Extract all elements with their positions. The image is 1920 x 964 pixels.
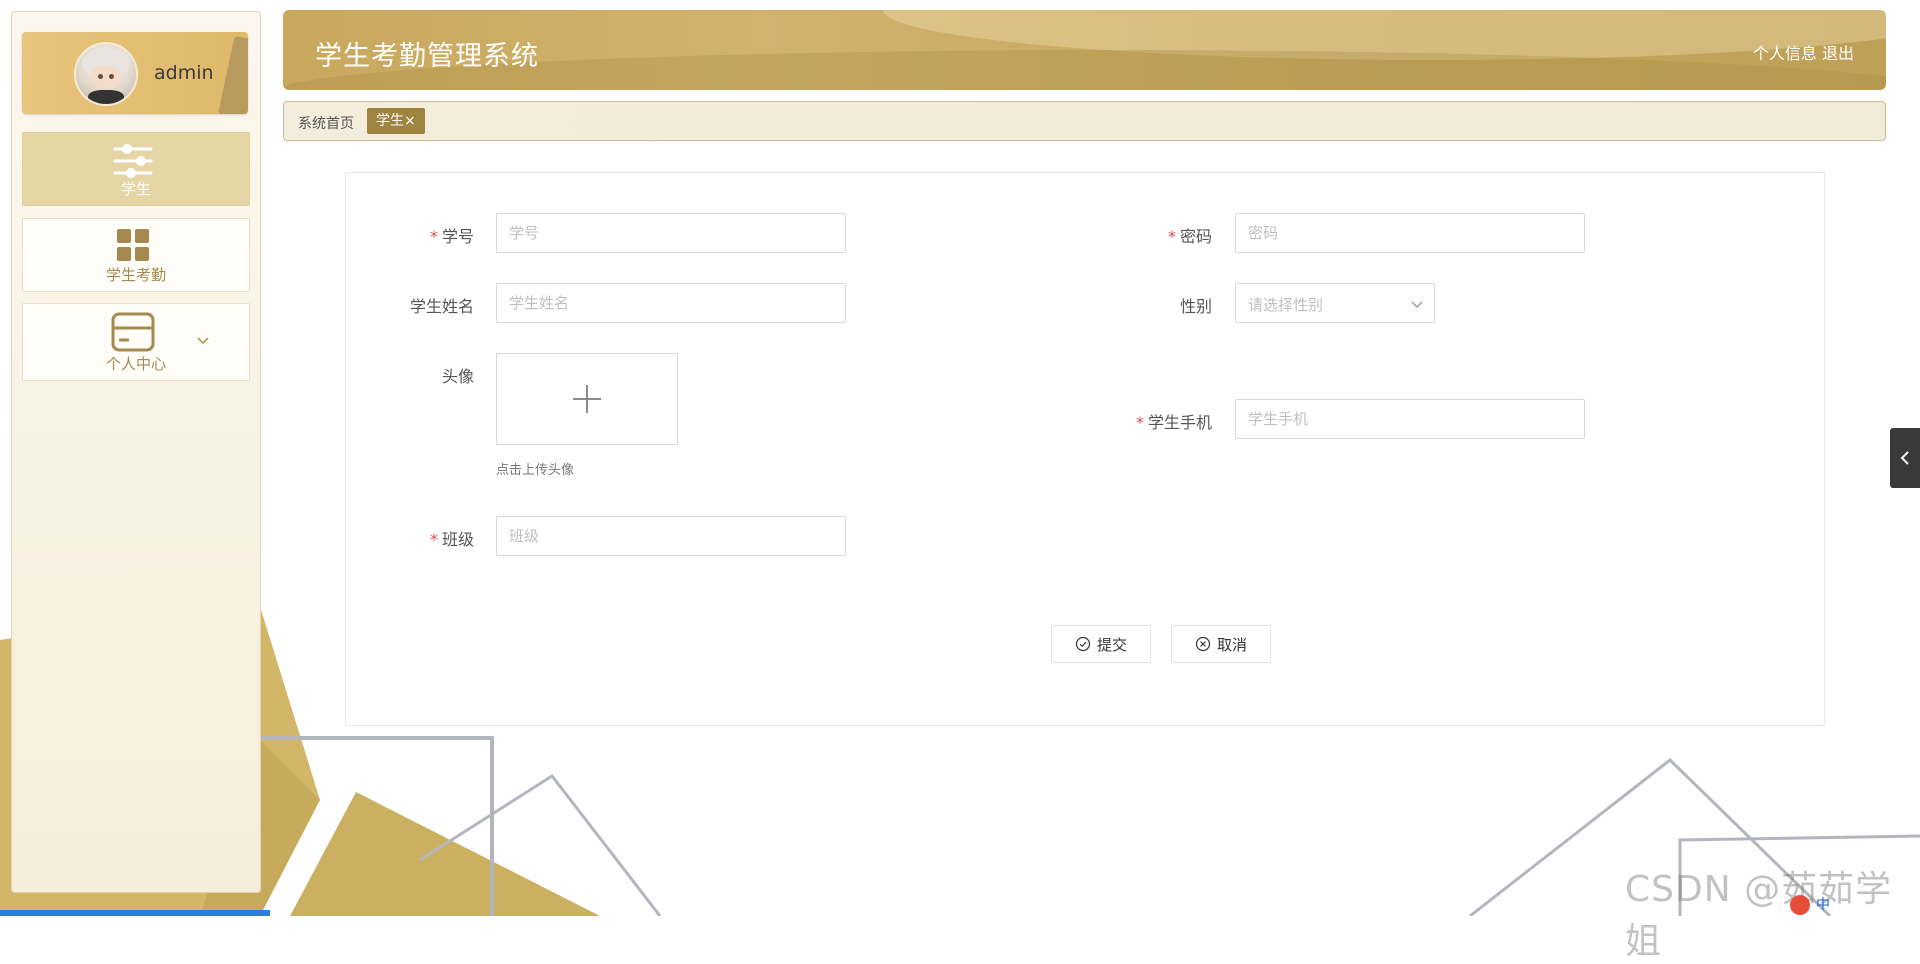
student-name-field[interactable]	[496, 283, 846, 323]
logout-link[interactable]: 退出	[1822, 44, 1854, 63]
breadcrumb-home[interactable]: 系统首页	[298, 113, 354, 133]
username: admin	[154, 62, 214, 84]
required-mark: *	[429, 227, 438, 246]
chevron-down-icon[interactable]	[195, 332, 211, 348]
grid-icon	[117, 229, 149, 261]
top-header: 学生考勤管理系统 个人信息 退出	[283, 10, 1886, 90]
sidebar-item-label: 学生	[120, 180, 151, 198]
student-name-label: 学生姓名	[409, 297, 474, 316]
ime-indicator[interactable]: 中	[1816, 897, 1830, 913]
student-form: *学号 *密码 学生姓名 性别 请选择性别 头像 点击上传头像 *学生手机 *班…	[345, 172, 1825, 726]
side-drawer-toggle[interactable]	[1890, 428, 1920, 488]
student-id-field[interactable]	[496, 213, 846, 253]
user-card-decoration	[218, 35, 248, 114]
chevron-left-icon	[1900, 451, 1909, 465]
gender-label: 性别	[1179, 297, 1212, 316]
class-label: * 班级	[374, 526, 474, 550]
label-text: 密码	[1179, 227, 1212, 246]
required-mark: *	[1135, 413, 1144, 432]
user-card: admin	[22, 32, 248, 114]
system-tray: 中	[1790, 894, 1830, 915]
gender-select-placeholder: 请选择性别	[1248, 296, 1324, 314]
watermark: CSDN @茹茹学姐	[1625, 869, 1893, 962]
avatar-label: 头像	[441, 367, 474, 386]
sidebar-item-student[interactable]: 学生	[22, 132, 250, 206]
sidebar-item-label: 个人中心	[105, 355, 166, 373]
tab-student[interactable]: 学生×	[367, 108, 425, 134]
sidebar-item-label: 学生考勤	[105, 266, 166, 284]
label-text: 学号	[441, 227, 474, 246]
header-links: 个人信息 退出	[1753, 40, 1854, 64]
profile-link[interactable]: 个人信息	[1753, 44, 1817, 63]
sidebar-item-personal-center[interactable]: 个人中心	[22, 303, 250, 381]
student-id-label: * 学号	[374, 223, 474, 247]
avatar-upload[interactable]	[496, 353, 678, 445]
gender-select[interactable]: 请选择性别	[1235, 283, 1435, 323]
app-title: 学生考勤管理系统	[315, 41, 539, 72]
tab-label: 学生	[376, 113, 404, 129]
card-icon	[111, 312, 155, 352]
close-icon[interactable]: ×	[404, 113, 416, 129]
check-circle-icon	[1075, 636, 1091, 652]
cancel-button[interactable]: 取消	[1171, 625, 1271, 663]
ime-logo-icon	[1790, 895, 1810, 915]
sidebar-item-student-attendance[interactable]: 学生考勤	[22, 218, 250, 292]
avatar-upload-hint: 点击上传头像	[496, 463, 575, 478]
password-field[interactable]	[1235, 213, 1585, 253]
label-text: 学生手机	[1147, 413, 1212, 432]
required-mark: *	[1167, 227, 1176, 246]
cancel-button-label: 取消	[1216, 635, 1247, 654]
sidebar: admin 学生 学生考勤 个人中心	[11, 11, 261, 893]
phone-field[interactable]	[1235, 399, 1585, 439]
phone-label: * 学生手机	[1082, 409, 1212, 433]
chevron-down-icon	[1411, 301, 1423, 308]
breadcrumb: 系统首页 学生×	[283, 101, 1886, 141]
label-text: 班级	[441, 530, 474, 549]
password-label: * 密码	[1112, 223, 1212, 247]
sliders-icon	[113, 144, 153, 178]
close-circle-icon	[1195, 636, 1211, 652]
class-field[interactable]	[496, 516, 846, 556]
required-mark: *	[429, 530, 438, 549]
avatar[interactable]	[74, 42, 138, 106]
plus-icon	[586, 385, 588, 413]
submit-button-label: 提交	[1096, 635, 1127, 654]
submit-button[interactable]: 提交	[1051, 625, 1151, 663]
